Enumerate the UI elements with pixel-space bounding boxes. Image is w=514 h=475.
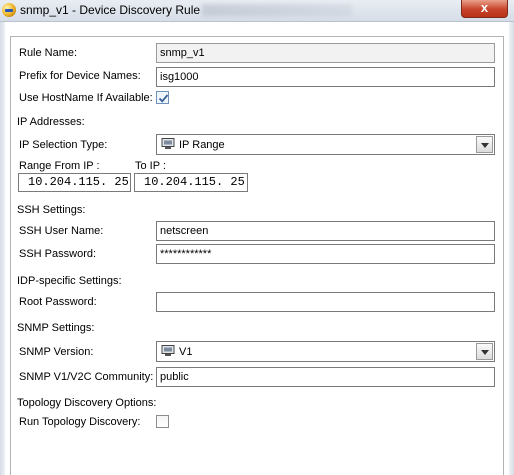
- snmp-version-dropdown[interactable]: V1: [156, 341, 495, 362]
- window-title: snmp_v1 - Device Discovery Rule: [20, 3, 201, 17]
- snmp-version-label: SNMP Version:: [19, 346, 94, 358]
- hostname-checkbox[interactable]: [156, 91, 169, 104]
- root-password-field[interactable]: [156, 292, 495, 312]
- ssh-user-field[interactable]: netscreen: [156, 221, 495, 241]
- chevron-down-icon[interactable]: [476, 136, 493, 153]
- ip-section-title: IP Addresses:: [17, 116, 85, 128]
- run-topology-label: Run Topology Discovery:: [19, 416, 141, 428]
- to-ip-field[interactable]: 10.204.115. 25: [134, 173, 248, 192]
- prefix-label: Prefix for Device Names:: [19, 70, 141, 82]
- ip-selection-dropdown[interactable]: IP Range: [156, 134, 495, 155]
- to-ip-label: To IP :: [135, 160, 166, 172]
- ip-selection-value: IP Range: [179, 139, 225, 151]
- rule-name-field[interactable]: snmp_v1: [156, 43, 495, 63]
- snmp-version-value: V1: [179, 346, 193, 358]
- root-password-label: Root Password:: [19, 296, 97, 308]
- computer-icon: [161, 345, 175, 356]
- ssh-password-field[interactable]: ************: [156, 244, 495, 264]
- ssh-section-title: SSH Settings:: [17, 204, 86, 216]
- idp-section-title: IDP-specific Settings:: [17, 275, 122, 287]
- snmp-community-label: SNMP V1/V2C Community:: [19, 371, 154, 383]
- ssh-user-label: SSH User Name:: [19, 225, 104, 237]
- rule-name-label: Rule Name:: [19, 47, 78, 59]
- ssh-section-divider: [90, 210, 494, 211]
- hostname-label: Use HostName If Available:: [19, 92, 153, 104]
- prefix-field[interactable]: isg1000: [156, 67, 495, 87]
- window-frame-left: [0, 22, 5, 475]
- check-mark-icon: [158, 94, 169, 103]
- topology-section-divider: [160, 403, 494, 404]
- snmp-section-divider: [95, 328, 494, 329]
- range-from-label: Range From IP :: [19, 160, 100, 172]
- title-bar[interactable]: snmp_v1 - Device Discovery Rule x: [0, 0, 514, 22]
- range-from-ip-field[interactable]: 10.204.115. 25: [18, 173, 131, 192]
- close-icon: x: [480, 0, 489, 15]
- close-button[interactable]: x: [461, 0, 508, 18]
- window-frame-right: [509, 22, 514, 475]
- chevron-down-icon[interactable]: [476, 343, 493, 360]
- computer-icon: [161, 138, 175, 149]
- snmp-section-title: SNMP Settings:: [17, 322, 95, 334]
- ip-section-divider: [92, 122, 494, 123]
- idp-section-divider: [124, 281, 494, 282]
- app-icon: [2, 3, 16, 17]
- title-blur: [202, 4, 352, 16]
- run-topology-checkbox[interactable]: [156, 415, 169, 428]
- topology-section-title: Topology Discovery Options:: [17, 397, 157, 409]
- snmp-community-field[interactable]: public: [156, 367, 495, 387]
- ip-selection-label: IP Selection Type:: [19, 139, 108, 151]
- ssh-password-label: SSH Password:: [19, 248, 97, 260]
